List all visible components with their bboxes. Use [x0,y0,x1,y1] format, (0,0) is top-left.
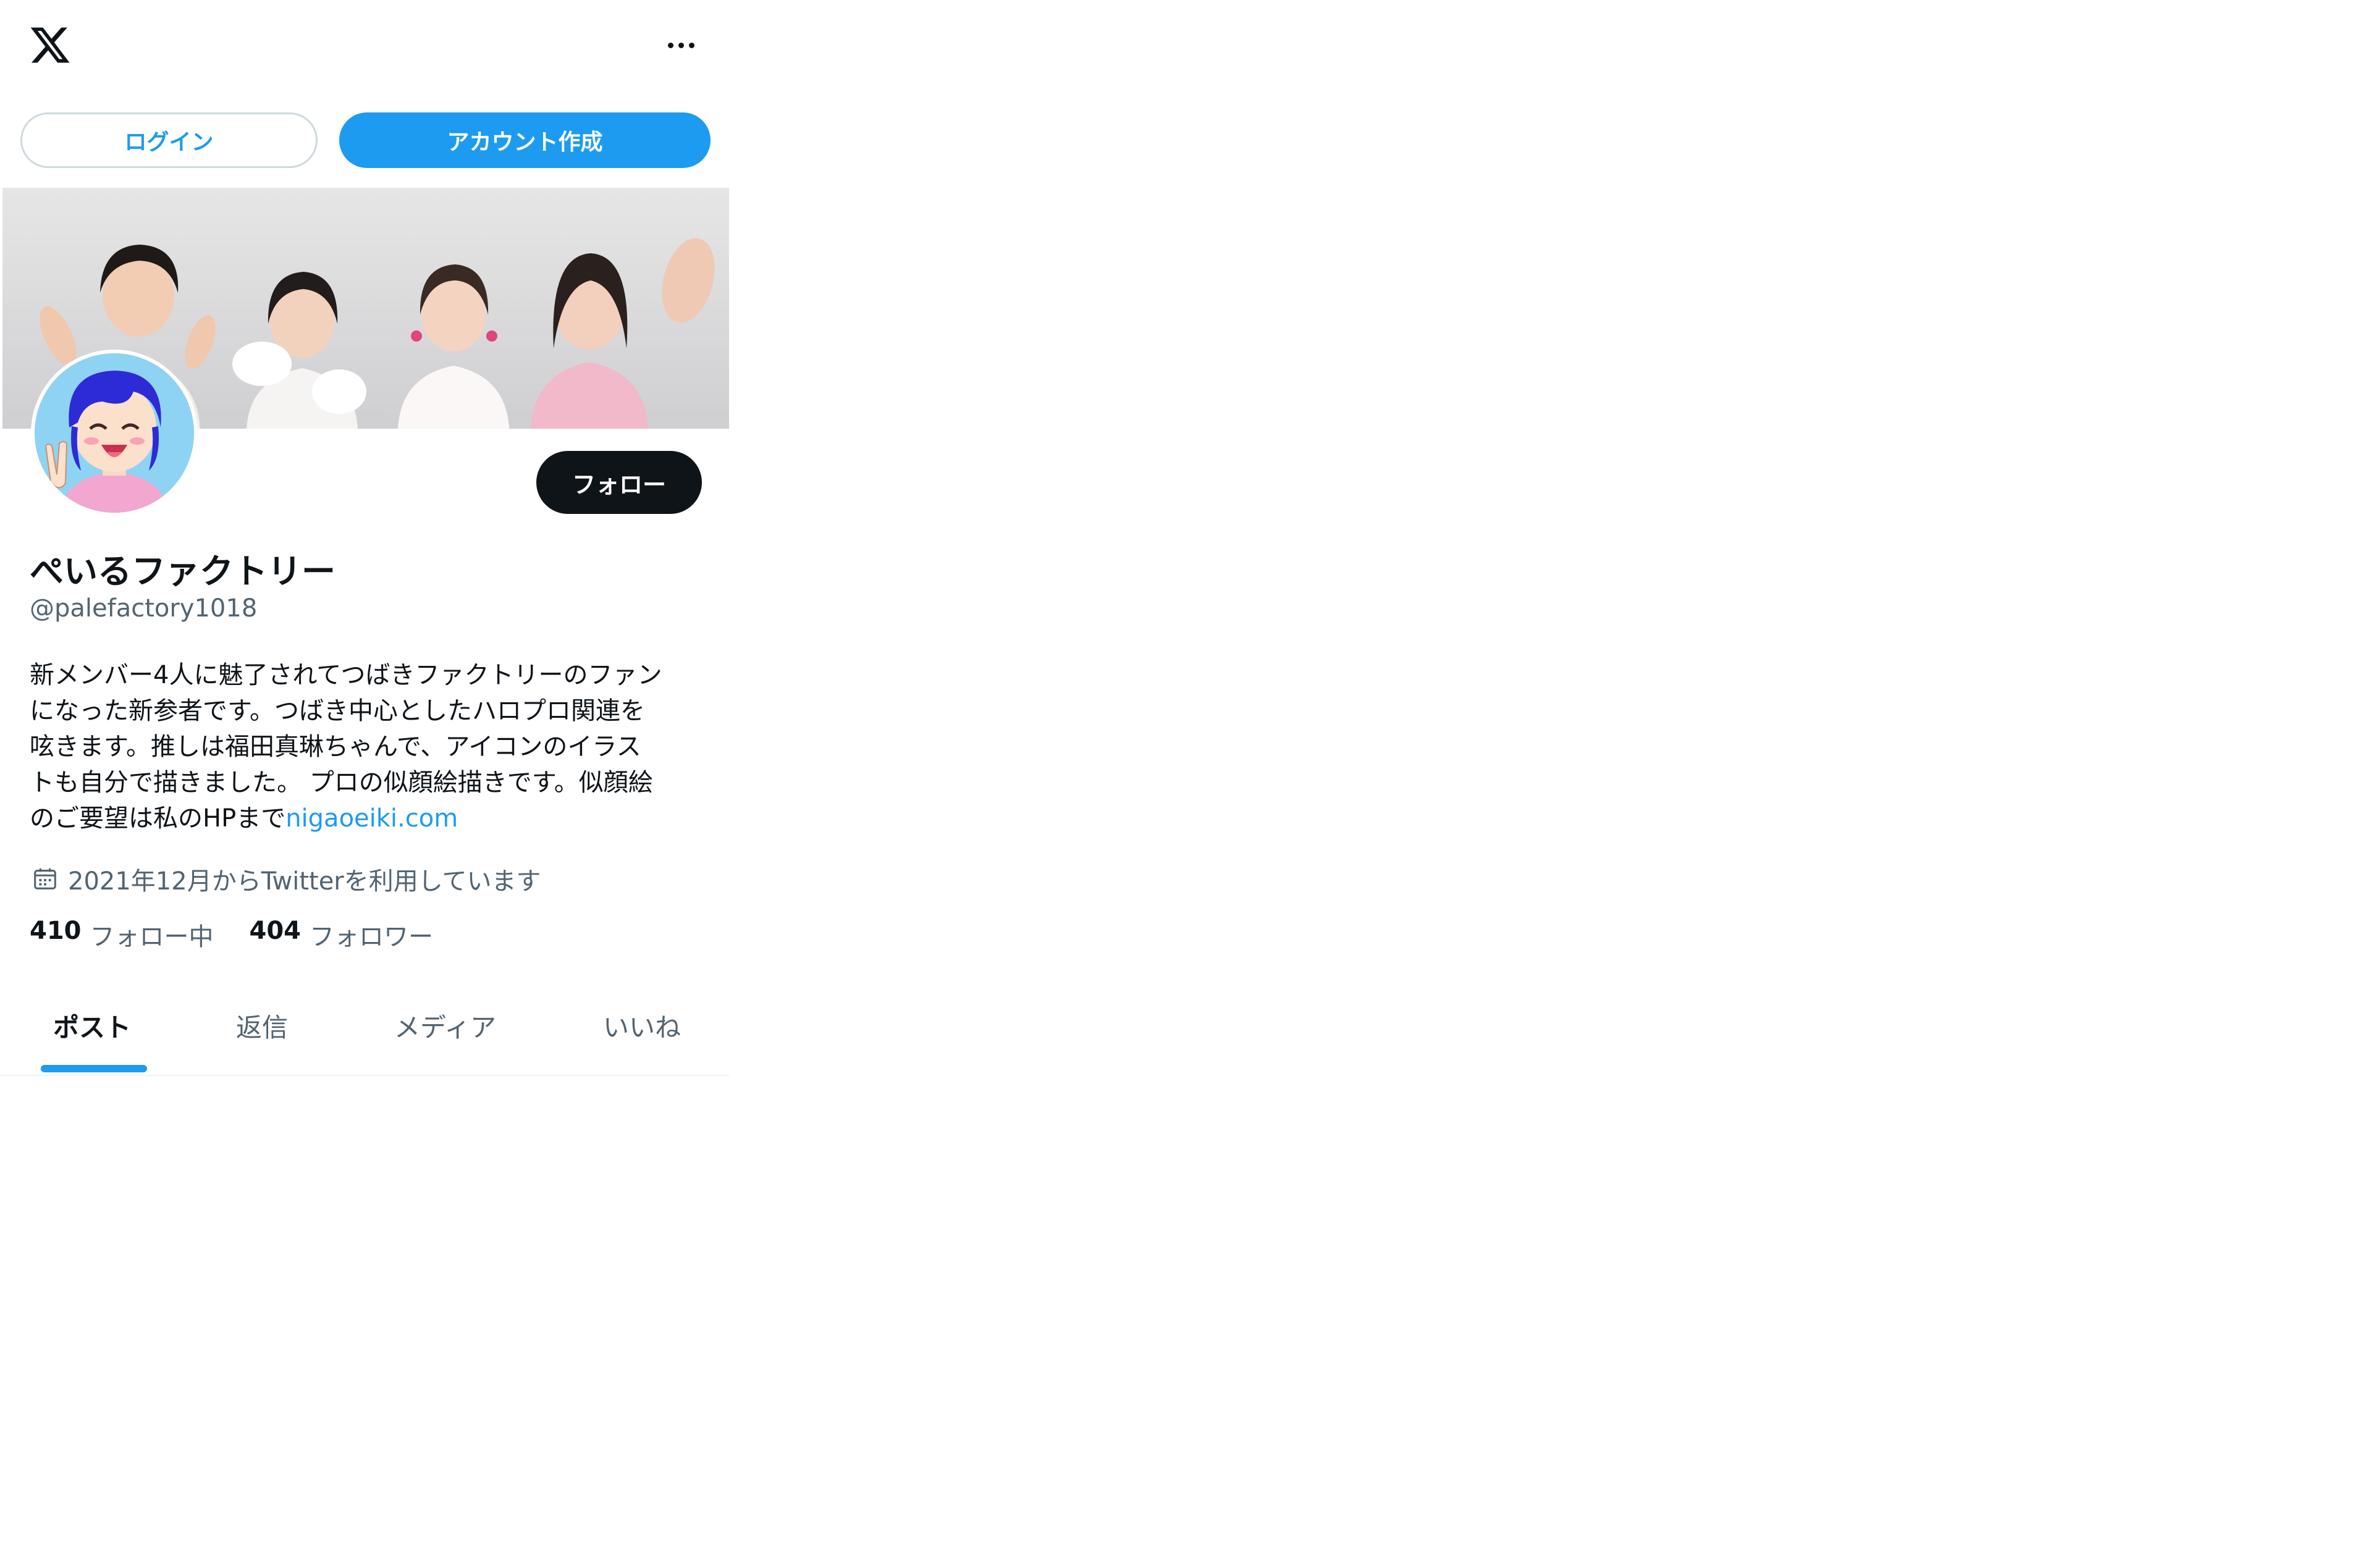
following-count: 410 [30,917,82,945]
login-button[interactable]: ログイン [20,112,318,168]
bio-line: 新メンバー4人に魅了されてつばきファクトリーのファン [30,661,662,689]
followers-label: フォロワー [310,923,433,951]
follow-stats: 410 フォロー中 404 フォロワー [30,917,469,952]
joined-date: 2021年12月からTwitterを利用しています [31,861,541,897]
top-bar [0,0,729,93]
bio-line: 呟きます。推しは福田真琳ちゃんで、アイコンのイラス [30,733,641,761]
calendar-icon [34,868,56,889]
more-dot [678,42,684,48]
profile-display-name: ぺいるファクトリー [30,552,336,591]
joined-text: 2021年12月からTwitterを利用しています [68,867,541,896]
avatar-illustration [35,353,194,513]
followers-stat[interactable]: 404 フォロワー [250,917,434,952]
bio-line: トも自分で描きました。 プロの似顔絵描きです。似顔絵 [30,768,653,797]
more-options-icon[interactable] [656,30,706,61]
bio-line: のご要望は私のHPまで [30,804,286,833]
tab-replies[interactable]: 返信 [236,1007,288,1045]
bio-website-link[interactable]: nigaoeiki.com [285,804,458,833]
following-stat[interactable]: 410 フォロー中 [30,917,214,952]
profile-handle: @palefactory1018 [30,594,258,623]
profile-avatar[interactable] [31,350,198,516]
tab-posts[interactable]: ポスト [53,1007,131,1045]
active-tab-indicator [41,1065,147,1072]
profile-bio: 新メンバー4人に魅了されてつばきファクトリーのファン になった新参者です。つばき… [30,657,709,836]
create-account-button[interactable]: アカウント作成 [339,112,711,168]
tab-likes[interactable]: いいね [603,1007,681,1045]
profile-tabs: ポスト 返信 メディア いいね [0,988,729,1076]
bio-line-with-link: のご要望は私のHPまでnigaoeiki.com [30,801,709,836]
follow-button[interactable]: フォロー [536,451,702,514]
following-label: フォロー中 [90,923,214,951]
x-logo-icon[interactable] [28,23,72,67]
followers-count: 404 [249,917,302,945]
profile-page: ログイン アカウント作成 フォロー ぺいるファクトリー @palefactory… [0,0,729,1076]
more-dot [688,42,694,48]
more-dot [667,42,673,48]
bio-line: になった新参者です。つばき中心としたハロプロ関連を [30,697,645,725]
tab-media[interactable]: メディア [394,1007,496,1045]
